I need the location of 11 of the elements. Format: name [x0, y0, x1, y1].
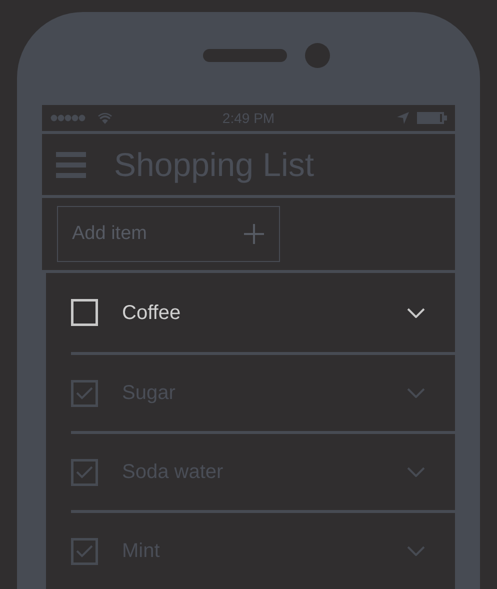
checkbox[interactable] [71, 538, 98, 564]
item-label: Coffee [122, 300, 181, 326]
checkbox[interactable] [71, 458, 98, 486]
checkbox[interactable] [71, 380, 98, 406]
battery-icon [417, 112, 447, 124]
location-arrow-icon [397, 112, 409, 124]
menu-icon[interactable] [56, 152, 86, 178]
camera-icon [305, 43, 330, 68]
plus-icon[interactable] [244, 224, 264, 244]
wifi-icon [98, 112, 112, 124]
speaker-icon [203, 49, 287, 62]
